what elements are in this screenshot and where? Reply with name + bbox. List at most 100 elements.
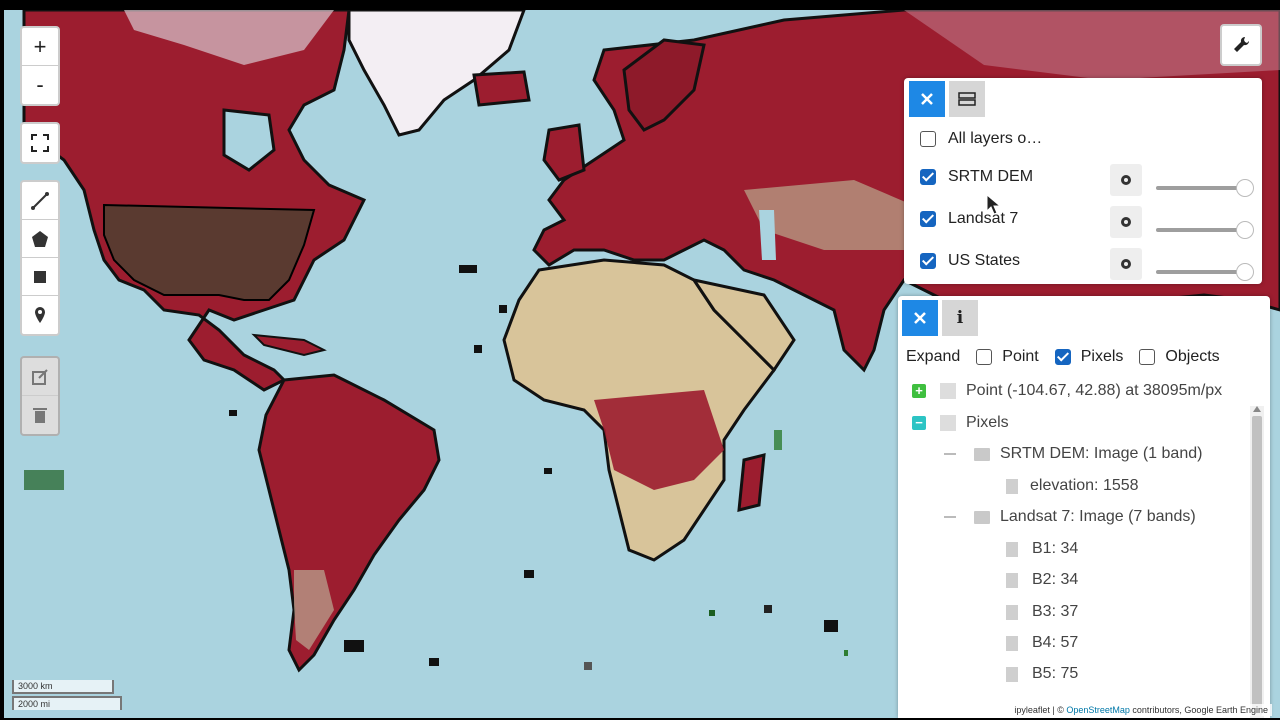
zoom-in-button[interactable]: + <box>22 28 58 66</box>
objects-label: Objects <box>1165 348 1220 365</box>
tree-node-band: B5: 75 <box>1006 665 1078 683</box>
close-icon <box>921 93 933 105</box>
tree-label-band: B5: 75 <box>1032 665 1079 682</box>
server-icon <box>958 92 976 106</box>
edit-toolbar <box>20 356 60 436</box>
all-layers-row[interactable]: All layers o… <box>920 130 1042 148</box>
attribution-prefix: ipyleaflet | © <box>1014 705 1067 715</box>
osm-link[interactable]: OpenStreetMap <box>1066 705 1130 715</box>
tree-node-elevation: elevation: 1558 <box>1006 477 1139 495</box>
tree-label-band: B2: 34 <box>1032 571 1079 588</box>
tree-label-landsat: Landsat 7: Image (7 bands) <box>1000 508 1196 525</box>
opacity-slider-srtm[interactable] <box>1156 186 1244 190</box>
toolbar-toggle <box>1220 24 1262 66</box>
scale-km: 3000 km <box>12 680 114 694</box>
scroll-up-arrow[interactable] <box>1253 406 1261 412</box>
objects-checkbox[interactable] <box>1139 349 1156 365</box>
point-checkbox[interactable] <box>976 349 993 365</box>
wrench-icon <box>1234 36 1250 52</box>
layer-label-us-states: US States <box>948 252 1021 269</box>
layer-manager-close-button[interactable] <box>909 81 945 117</box>
island <box>344 640 364 652</box>
layer-label-srtm: SRTM DEM <box>948 168 1034 185</box>
point-label: Point <box>1002 348 1039 365</box>
zoom-out-button[interactable]: - <box>22 66 58 104</box>
fullscreen-control <box>20 122 60 164</box>
collapse-dash-icon[interactable] <box>944 453 956 455</box>
edit-icon <box>32 368 48 385</box>
inspector-options-row: Expand Point Pixels Objects <box>906 348 1220 366</box>
layer-checkbox-srtm[interactable] <box>920 169 936 185</box>
layer-settings-button-landsat[interactable] <box>1110 206 1142 238</box>
tree-node-srtm[interactable]: SRTM DEM: Image (1 band) <box>944 445 1202 463</box>
tree-node-band: B2: 34 <box>1006 571 1078 589</box>
opacity-slider-us-states[interactable] <box>1156 270 1244 274</box>
opacity-slider-handle-landsat[interactable] <box>1236 221 1254 239</box>
file-icon <box>1006 478 1018 494</box>
iceland <box>472 70 531 107</box>
scrollbar-thumb[interactable] <box>1252 416 1262 716</box>
island <box>24 470 64 490</box>
folder-icon <box>940 383 956 399</box>
layer-checkbox-landsat[interactable] <box>920 211 936 227</box>
gear-icon <box>1121 259 1131 269</box>
expand-plus-icon[interactable]: + <box>912 384 926 398</box>
file-icon <box>1006 572 1018 588</box>
tree-node-pixels[interactable]: − Pixels <box>912 414 1009 432</box>
island <box>844 650 848 656</box>
collapse-dash-icon[interactable] <box>944 516 956 518</box>
layer-checkbox-us-states[interactable] <box>920 253 936 269</box>
opacity-slider-landsat[interactable] <box>1156 228 1244 232</box>
tree-label-band: B4: 57 <box>1032 634 1079 651</box>
delete-layers-button[interactable] <box>22 396 58 434</box>
fullscreen-button[interactable] <box>22 124 58 162</box>
opacity-slider-handle-srtm[interactable] <box>1236 179 1254 197</box>
gear-icon <box>1121 175 1131 185</box>
inspector-panel: i Expand Point Pixels Objects + Point (-… <box>898 296 1270 718</box>
tree-node-point[interactable]: + Point (-104.67, 42.88) at 38095m/px <box>912 382 1222 400</box>
tree-label-band: B1: 34 <box>1032 540 1079 557</box>
island <box>584 662 592 670</box>
island <box>764 605 772 613</box>
wrench-button[interactable] <box>1222 26 1260 64</box>
tree-label-srtm: SRTM DEM: Image (1 band) <box>1000 445 1203 462</box>
layer-manager-panel: All layers o… SRTM DEM Landsat 7 US Stat… <box>904 78 1262 284</box>
island <box>524 570 534 578</box>
tree-node-band: B4: 57 <box>1006 634 1078 652</box>
draw-rectangle-button[interactable] <box>22 258 58 296</box>
polygon-icon <box>32 230 48 247</box>
attribution-suffix: contributors, Google Earth Engine <box>1129 705 1268 715</box>
inspector-close-button[interactable] <box>902 300 938 336</box>
draw-polygon-button[interactable] <box>22 220 58 258</box>
draw-toolbar <box>20 180 60 336</box>
edit-layers-button[interactable] <box>22 358 58 396</box>
close-icon <box>914 312 926 324</box>
polyline-icon <box>31 191 49 210</box>
pixels-checkbox[interactable] <box>1054 349 1071 365</box>
island <box>544 468 552 474</box>
file-icon <box>1006 666 1018 682</box>
inspector-scrollbar[interactable] <box>1250 406 1264 718</box>
map-canvas[interactable]: + - All layers o… SRTM DEM Landsat 7 US … <box>4 10 1280 718</box>
inspector-tree: + Point (-104.67, 42.88) at 38095m/px − … <box>898 380 1248 718</box>
collapse-minus-icon[interactable]: − <box>912 416 926 430</box>
marker-icon <box>35 307 45 323</box>
opacity-slider-handle-us-states[interactable] <box>1236 263 1254 281</box>
inspector-info-button[interactable]: i <box>942 300 978 336</box>
layer-settings-button-srtm[interactable] <box>1110 164 1142 196</box>
folder-icon <box>974 510 990 524</box>
all-layers-label: All layers o… <box>948 130 1043 147</box>
layer-manager-toggle-button[interactable] <box>949 81 985 117</box>
layer-settings-button-us-states[interactable] <box>1110 248 1142 280</box>
all-layers-checkbox[interactable] <box>920 131 936 147</box>
south-america-landmass <box>257 373 441 673</box>
rectangle-icon <box>34 270 46 283</box>
layer-row-landsat: Landsat 7 <box>920 210 1018 228</box>
draw-polyline-button[interactable] <box>22 182 58 220</box>
tree-node-landsat[interactable]: Landsat 7: Image (7 bands) <box>944 508 1196 526</box>
tree-label-pixels: Pixels <box>966 414 1009 431</box>
draw-marker-button[interactable] <box>22 296 58 334</box>
attribution: ipyleaflet | © OpenStreetMap contributor… <box>1010 704 1272 716</box>
gear-icon <box>1121 217 1131 227</box>
tree-node-band: B1: 34 <box>1006 540 1078 558</box>
